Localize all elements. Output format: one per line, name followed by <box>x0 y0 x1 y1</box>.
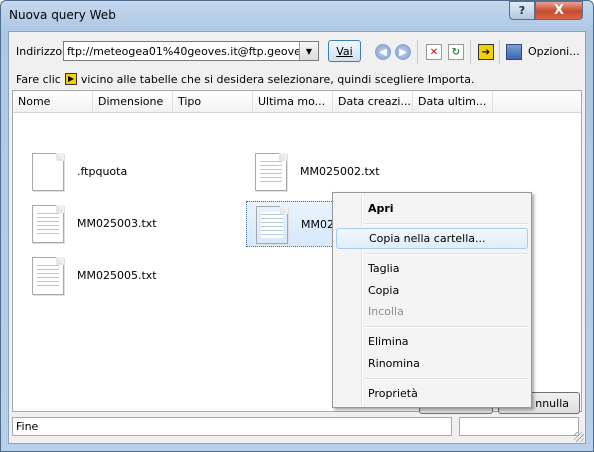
file-item[interactable]: MM025003.txt <box>23 201 237 247</box>
column-type[interactable]: Tipo <box>173 91 253 112</box>
menu-item-delete[interactable]: Elimina <box>336 331 528 352</box>
status-bar: Fine <box>12 417 452 436</box>
file-item[interactable]: MM025005.txt <box>23 253 237 299</box>
address-combobox[interactable]: ftp://meteogea01%40geoves.it@ftp.geoves.… <box>63 41 319 61</box>
file-name: MM025002.txt <box>300 165 380 178</box>
chevron-down-icon[interactable]: ▼ <box>299 42 318 60</box>
title-bar[interactable]: Nuova query Web ? X <box>1 1 593 31</box>
menu-item-open[interactable]: Apri <box>336 198 528 219</box>
status-bar-panel <box>459 417 579 436</box>
go-button[interactable]: Vai <box>328 40 361 62</box>
column-modified[interactable]: Ultima mo... <box>253 91 333 112</box>
close-button[interactable]: X <box>535 1 583 20</box>
address-input[interactable]: ftp://meteogea01%40geoves.it@ftp.geoves.… <box>67 45 299 58</box>
file-item[interactable]: MM025002.txt <box>246 149 460 195</box>
go-button-label: Vai <box>336 44 353 58</box>
options-button[interactable]: Opzioni... <box>528 45 580 58</box>
address-label: Indirizzo: <box>16 45 66 58</box>
menu-item-copy[interactable]: Copia <box>336 280 528 301</box>
menu-item-properties[interactable]: Proprietà <box>336 383 528 404</box>
window-title: Nuova query Web <box>9 8 116 22</box>
column-created[interactable]: Data creazi... <box>333 91 413 112</box>
toolbar-separator <box>417 40 418 64</box>
text-file-icon <box>32 205 64 243</box>
context-menu: Apri Copia nella cartella... Taglia Copi… <box>332 192 532 408</box>
menu-item-rename[interactable]: Rinomina <box>336 353 528 374</box>
help-button[interactable]: ? <box>509 1 535 20</box>
address-toolbar: Indirizzo: ftp://meteogea01%40geoves.it@… <box>9 32 585 70</box>
file-name: MM025003.txt <box>77 217 157 230</box>
column-accessed[interactable]: Data ultim... <box>413 91 493 112</box>
menu-item-cut[interactable]: Taglia <box>336 258 528 279</box>
toolbar-separator <box>499 40 500 64</box>
stop-icon[interactable]: ✕ <box>426 44 442 60</box>
text-file-icon <box>32 257 64 295</box>
file-name: .ftpquota <box>77 165 128 178</box>
cancel-button-label: nnulla <box>535 396 569 410</box>
file-icon <box>32 153 64 191</box>
menu-separator <box>364 253 528 255</box>
refresh-icon[interactable]: ↻ <box>448 44 464 60</box>
file-item[interactable]: .ftpquota <box>23 149 237 195</box>
status-text: Fine <box>16 420 39 433</box>
menu-separator <box>364 326 528 328</box>
resize-grip-icon[interactable] <box>574 432 584 442</box>
back-icon[interactable]: ◀ <box>375 44 391 60</box>
instruction-text: Fare clic vicino alle tabelle che si desi… <box>16 73 474 86</box>
file-name: MM025005.txt <box>77 269 157 282</box>
text-file-icon <box>256 206 288 244</box>
forward-icon[interactable]: ▶ <box>395 44 411 60</box>
menu-item-copy-to-folder[interactable]: Copia nella cartella... <box>336 228 528 249</box>
menu-item-paste: Incolla <box>368 305 404 318</box>
menu-separator <box>364 378 528 380</box>
hide-icons-icon[interactable]: ➔ <box>478 44 494 60</box>
table-select-arrow-icon <box>64 73 77 85</box>
column-name[interactable]: Nome <box>13 91 93 112</box>
column-header: Nome Dimensione Tipo Ultima mo... Data c… <box>13 91 581 113</box>
save-query-icon[interactable] <box>506 44 522 60</box>
text-file-icon <box>255 153 287 191</box>
hint-text-after: vicino alle tabelle che si desidera sele… <box>80 73 475 86</box>
hint-text-before: Fare clic <box>16 73 61 86</box>
column-size[interactable]: Dimensione <box>93 91 173 112</box>
toolbar-separator <box>470 40 471 64</box>
menu-separator <box>364 223 528 225</box>
